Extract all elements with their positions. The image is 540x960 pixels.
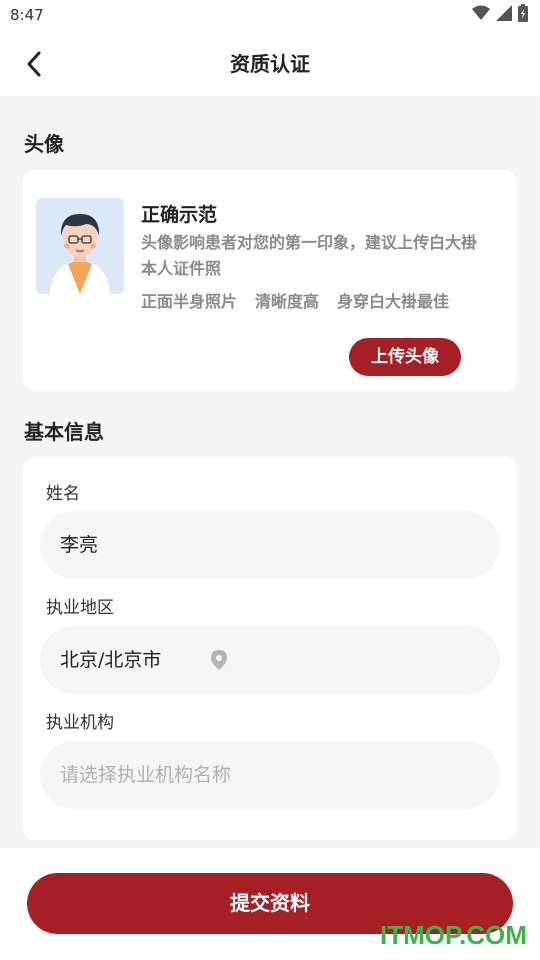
chevron-left-icon (27, 51, 41, 77)
institution-field[interactable]: 请选择执业机构名称 (40, 741, 500, 809)
institution-label: 执业机构 (46, 713, 114, 733)
status-time: 8:47 (10, 6, 44, 24)
status-icons (472, 4, 528, 26)
example-description: 头像影响患者对您的第一印象，建议上传白大褂本人证件照 (141, 233, 478, 278)
institution-placeholder: 请选择执业机构名称 (60, 764, 232, 786)
status-bar: 8:47 (0, 0, 540, 32)
region-label: 执业地区 (46, 598, 114, 618)
signal-icon (496, 5, 512, 25)
tip-item: 身穿白大褂最佳 (337, 292, 450, 311)
basic-info-title: 基本信息 (24, 420, 104, 444)
region-field[interactable]: 北京/北京市 (40, 626, 500, 694)
bottom-bar: 提交资料 ITMOP.COM (0, 848, 540, 960)
name-field[interactable]: 李亮 (40, 511, 500, 579)
region-value: 北京/北京市 (60, 649, 162, 671)
avatar-example-image (36, 198, 124, 294)
battery-icon (518, 4, 528, 26)
upload-avatar-button[interactable]: 上传头像 (349, 338, 461, 376)
name-label: 姓名 (46, 484, 80, 504)
watermark-logo: ITMOP.COM (380, 920, 527, 950)
tip-item: 清晰度高 (255, 292, 320, 311)
photo-tips: 正面半身照片 清晰度高 身穿白大褂最佳 (141, 288, 449, 312)
wifi-icon (472, 5, 490, 25)
basic-info-card: 姓名 李亮 执业地区 北京/北京市 执业机构 请选择执业机构名称 (23, 457, 517, 840)
name-value: 李亮 (60, 534, 99, 556)
nav-bar: 资质认证 (0, 32, 540, 96)
avatar-card: 正确示范 头像影响患者对您的第一印象，建议上传白大褂本人证件照 正面半身照片 清… (23, 170, 517, 391)
back-button[interactable] (16, 46, 52, 82)
location-pin-icon (210, 650, 228, 670)
top-header: 8:47 资质认证 (0, 0, 540, 96)
page-title: 资质认证 (230, 52, 310, 76)
tip-item: 正面半身照片 (141, 292, 238, 311)
avatar-section-title: 头像 (24, 132, 64, 156)
example-title: 正确示范 (141, 204, 218, 226)
